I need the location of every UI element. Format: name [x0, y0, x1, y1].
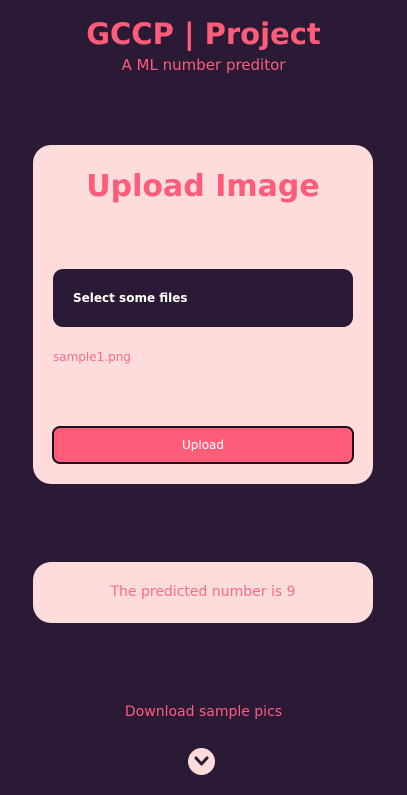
prediction-result-text: The predicted number is 9 — [110, 584, 296, 600]
chevron-down-icon — [194, 756, 209, 766]
app-subtitle: A ML number preditor — [121, 56, 286, 74]
prediction-result-card: The predicted number is 9 — [33, 562, 373, 623]
scroll-down-button[interactable] — [188, 748, 215, 775]
file-picker-button[interactable]: Select some files — [53, 269, 353, 327]
upload-card: Upload Image Select some files sample1.p… — [33, 145, 373, 484]
upload-title: Upload Image — [86, 169, 320, 204]
upload-button[interactable]: Upload — [52, 426, 354, 464]
file-picker-label: Select some files — [73, 291, 188, 305]
page-header: GCCP | Project A ML number preditor — [0, 14, 407, 76]
app-title: GCCP | Project — [86, 17, 321, 51]
download-sample-link[interactable]: Download sample pics — [0, 702, 407, 722]
selected-file-name: sample1.png — [53, 350, 131, 364]
